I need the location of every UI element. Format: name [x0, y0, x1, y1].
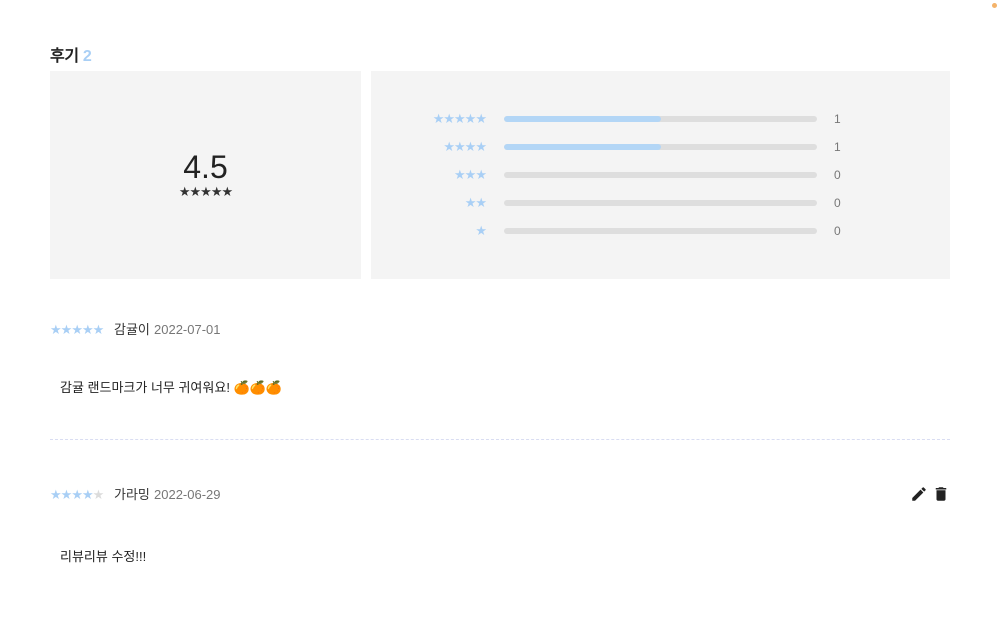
trash-icon[interactable] — [932, 485, 950, 503]
distribution-stars-2: ★★ — [464, 195, 487, 210]
review-rating-stars: ★★★★★ — [50, 322, 105, 338]
review-date: 2022-06-29 — [154, 487, 221, 502]
distribution-row-1: ★ 0 — [371, 223, 950, 239]
distribution-stars-1: ★ — [475, 223, 487, 238]
review-text: 감귤 랜드마크가 너무 귀여워요! 🍊🍊🍊 — [60, 380, 283, 395]
star-filled-icon: ★ — [92, 322, 105, 337]
distribution-row-4: ★★★★ 1 — [371, 139, 950, 155]
review-divider — [50, 439, 950, 440]
review-header: ★★★★★ 가라밍 2022-06-29 — [50, 487, 950, 503]
review-text: 리뷰리뷰 수정!!! — [60, 549, 147, 564]
star-filled-icon: ★ — [71, 487, 83, 502]
review-author: 가라밍 — [114, 487, 150, 502]
distribution-stars-3: ★★★ — [454, 167, 487, 182]
average-rating-value: 4.5 — [183, 149, 228, 185]
distribution-bar-track-3 — [504, 172, 817, 178]
average-rating-stars: ★★★★★ — [178, 184, 233, 199]
star-filled-icon: ★ — [50, 487, 62, 502]
distribution-row-5: ★★★★★ 1 — [371, 111, 950, 127]
distribution-bar-track-5 — [504, 116, 817, 122]
distribution-bar-track-2 — [504, 200, 817, 206]
distribution-row-2: ★★ 0 — [371, 195, 950, 211]
distribution-row-3: ★★★ 0 — [371, 167, 950, 183]
distribution-count-4: 1 — [834, 140, 841, 154]
review-actions — [910, 485, 950, 503]
reviews-section-title: 후기 2 — [50, 42, 92, 66]
distribution-bar-fill-5 — [504, 116, 661, 122]
distribution-bar-fill-4 — [504, 144, 661, 150]
distribution-count-1: 0 — [834, 224, 841, 238]
reviews-title-label: 후기 — [50, 48, 79, 65]
distribution-bar-track-1 — [504, 228, 817, 234]
review-author: 감귤이 — [114, 322, 150, 337]
review-header: ★★★★★ 감귤이 2022-07-01 — [50, 322, 950, 338]
star-filled-icon: ★ — [60, 487, 73, 502]
rating-distribution-panel: ★★★★★ 1 ★★★★ 1 ★★★ 0 ★★ 0 ★ 0 — [371, 71, 950, 279]
star-filled-icon: ★ — [81, 487, 94, 502]
distribution-bar-track-4 — [504, 144, 817, 150]
review-item: ★★★★★ 감귤이 2022-07-01 감귤 랜드마크가 너무 귀여워요! 🍊… — [50, 322, 950, 402]
distribution-count-2: 0 — [834, 196, 841, 210]
rating-average-panel: 4.5 ★★★★★ — [50, 71, 361, 279]
distribution-stars-5: ★★★★★ — [432, 111, 487, 126]
review-date: 2022-07-01 — [154, 322, 221, 337]
distribution-stars-4: ★★★★ — [443, 139, 487, 154]
review-item: ★★★★★ 가라밍 2022-06-29 리뷰리뷰 수정!!! — [50, 487, 950, 567]
pencil-icon[interactable] — [910, 485, 928, 503]
reviews-count: 2 — [82, 48, 92, 65]
distribution-count-3: 0 — [834, 168, 841, 182]
star-filled-icon: ★ — [60, 322, 73, 337]
star-empty-icon: ★ — [92, 487, 105, 502]
corner-indicator-dot — [992, 3, 997, 8]
distribution-count-5: 1 — [834, 112, 841, 126]
review-rating-stars: ★★★★★ — [50, 487, 105, 503]
star-filled-icon: ★ — [71, 322, 83, 337]
star-filled-icon: ★ — [81, 322, 94, 337]
star-filled-icon: ★ — [50, 322, 62, 337]
